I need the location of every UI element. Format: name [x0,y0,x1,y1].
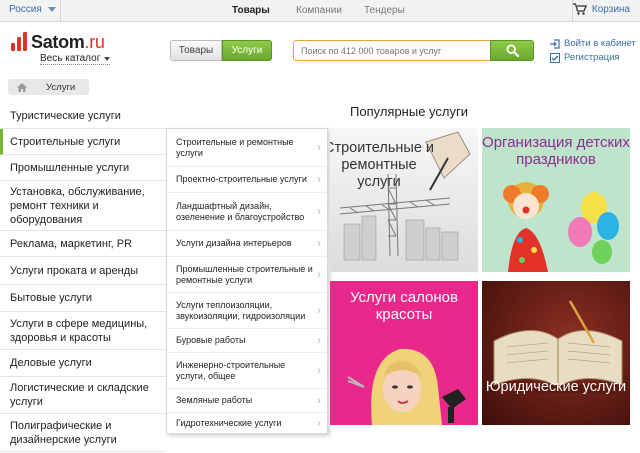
chevron-right-icon: › [317,333,321,347]
breadcrumb-current: Услуги [36,79,90,95]
dropdown-item[interactable]: Проектно-строительные услуги › [167,167,327,193]
top-nav-tenders[interactable]: Тендеры [364,5,405,16]
dropdown-item[interactable]: Гидротехнические услуги › [167,413,327,433]
top-bar: Россия Товары Компании Тендеры Корзина [0,0,640,22]
cart-icon [572,3,587,15]
tile-kids-parties[interactable]: Организация детских праздников [482,128,630,272]
sidebar-item-household[interactable]: Бытовые услуги [0,285,166,312]
chevron-right-icon: › [317,415,321,430]
search-input[interactable] [293,40,490,61]
dropdown-item[interactable]: Услуги дизайна интерьеров › [167,231,327,257]
services-toggle-button[interactable]: Услуги [222,40,272,61]
chevron-right-icon: › [317,303,321,317]
goods-toggle-button[interactable]: Товары [170,40,222,61]
dropdown-item[interactable]: Земляные работы › [167,389,327,413]
register-link[interactable]: Регистрация [550,52,620,63]
register-icon [550,52,560,63]
category-sidebar: Туристические услуги Строительные услуги… [0,104,166,452]
dropdown-item[interactable]: Промышленные строительные и ремонтные ус… [167,257,327,293]
sidebar-item-industrial[interactable]: Промышленные услуги [0,155,166,181]
sidebar-item-rental[interactable]: Услуги проката и аренды [0,257,166,285]
dropdown-item[interactable]: Инженерно-строительные услуги, общее › [167,353,327,389]
login-link[interactable]: Войти в кабинет [550,38,636,49]
chevron-right-icon: › [317,204,321,218]
popular-title: Популярные услуги [350,104,468,119]
logo-bars-icon [11,32,27,51]
chevron-right-icon: › [317,172,321,186]
tile-construction[interactable]: Строительные и ремонтные услуги [330,128,478,272]
catalog-label: Весь каталог [40,53,101,64]
tile-title: Организация детских праздников [482,134,630,168]
sidebar-item-advertising[interactable]: Реклама, маркетинг, PR [0,231,166,257]
login-label: Войти в кабинет [564,38,636,49]
chevron-right-icon: › [317,236,321,250]
region-selector[interactable]: Россия [9,4,56,15]
sidebar-item-printing[interactable]: Полиграфические и дизайнерские услуги [0,414,166,452]
cart-label: Корзина [591,3,630,15]
home-icon [17,82,27,92]
sidebar-item-medicine[interactable]: Услуги в сфере медицины, здоровья и крас… [0,312,166,350]
breadcrumb-home[interactable] [8,79,36,95]
search-icon [505,44,519,57]
subcategory-dropdown: Строительные и ремонтные услуги › Проектн… [166,128,328,434]
tile-legal-services[interactable]: Юридические услуги [482,281,630,425]
sidebar-item-installation[interactable]: Установка, обслуживание, ремонт техники … [0,181,166,231]
tile-title: Услуги салонов красоты [350,289,458,323]
chevron-down-icon [47,7,56,12]
dropdown-item[interactable]: Услуги теплоизоляции, звукоизоляции, гид… [167,293,327,329]
register-label: Регистрация [564,52,620,63]
divider [60,0,61,22]
cart-link[interactable]: Корзина [572,3,630,15]
sidebar-item-construction[interactable]: Строительные услуги [0,129,166,155]
top-nav-goods[interactable]: Товары [232,5,270,16]
sidebar-item-business[interactable]: Деловые услуги [0,350,166,377]
search-button[interactable] [490,40,534,61]
dropdown-item[interactable]: Строительные и ремонтные услуги › [167,129,327,167]
chevron-right-icon: › [317,267,321,281]
region-label: Россия [9,4,42,15]
top-nav-companies[interactable]: Компании [296,5,342,16]
tile-beauty-salons[interactable]: Услуги салонов красоты [330,281,478,425]
legal-book-illustration [493,300,623,393]
dropdown-item[interactable]: Буровые работы › [167,329,327,353]
tile-title: Строительные и ремонтные услуги [330,140,435,190]
login-icon [550,38,560,49]
catalog-dropdown[interactable]: Весь каталог [40,53,111,65]
chevron-right-icon: › [317,140,321,154]
sidebar-item-tourism[interactable]: Туристические услуги [0,104,166,129]
chevron-down-icon [104,56,111,61]
logo[interactable]: Satom.ru [11,32,105,51]
logo-text: Satom.ru [31,32,105,52]
chevron-right-icon: › [317,393,321,407]
sidebar-item-logistics[interactable]: Логистические и складские услуги [0,377,166,414]
chevron-right-icon: › [317,363,321,377]
tile-title: Юридические услуги [485,379,627,395]
dropdown-item[interactable]: Ландшафтный дизайн, озеленение и благоус… [167,193,327,231]
